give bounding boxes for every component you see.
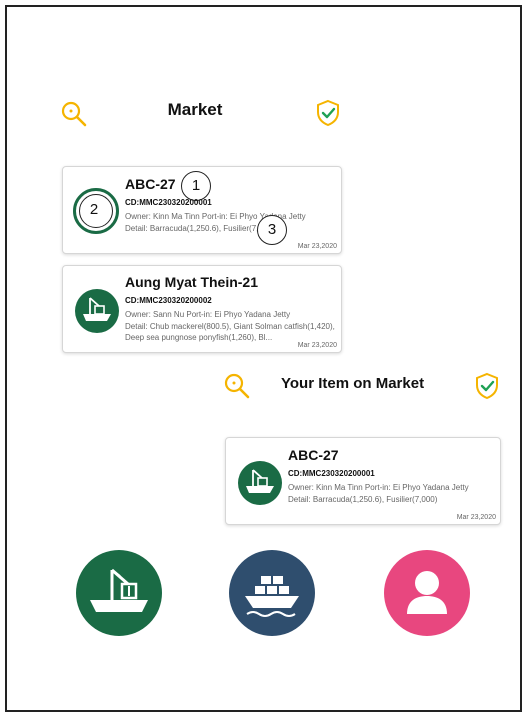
avatar <box>238 461 282 505</box>
item-owner: Owner: Kinn Ma Tinn Port-in: Ei Phyo Yad… <box>125 212 306 221</box>
your-item-screen: Your Item on Market ABC-27 CD:MMC2303202… <box>176 364 514 536</box>
item-name: ABC-27 <box>288 447 339 463</box>
person-icon <box>407 571 447 614</box>
item-date: Mar 23,2020 <box>456 514 496 521</box>
shield-check-icon[interactable] <box>314 99 342 127</box>
market-item-card[interactable]: Aung Myat Thein-21 CD:MMC230320200002 Ow… <box>62 265 342 353</box>
profile-button[interactable] <box>384 550 470 636</box>
cargo-ship-icon <box>245 576 299 617</box>
item-detail: Detail: Barracuda(1,250.6), Fusilier(7,0… <box>125 224 275 233</box>
page-title: Your Item on Market <box>281 375 425 392</box>
market-screen: Market ABC-27 CD:MMC230320200001 Owner: … <box>26 78 364 366</box>
search-icon[interactable] <box>223 372 251 400</box>
fishing-boat-button[interactable] <box>76 550 162 636</box>
item-name: ABC-27 <box>125 176 176 192</box>
fishing-boat-icon <box>83 297 111 321</box>
fishing-boat-icon <box>90 568 148 612</box>
item-date: Mar 23,2020 <box>297 342 337 349</box>
item-name: Aung Myat Thein-21 <box>125 274 259 290</box>
item-detail: Detail: Barracuda(1,250.6), Fusilier(7,0… <box>288 495 438 504</box>
shield-check-icon[interactable] <box>473 372 501 400</box>
avatar <box>75 289 119 333</box>
item-detail: Detail: Chub mackerel(800.5), Giant Solm… <box>125 322 335 342</box>
item-owner: Owner: Sann Nu Port-in: Ei Phyo Yadana J… <box>125 310 291 319</box>
marker-1: 1 <box>181 171 211 201</box>
fishing-boat-icon <box>246 469 274 493</box>
cargo-ship-button[interactable] <box>229 550 315 636</box>
item-code: CD:MMC230320200001 <box>288 469 375 478</box>
item-code: CD:MMC230320200002 <box>125 296 212 305</box>
item-date: Mar 23,2020 <box>297 243 337 250</box>
your-item-card[interactable]: ABC-27 CD:MMC230320200001 Owner: Kinn Ma… <box>225 437 501 525</box>
marker-2: 2 <box>89 201 99 218</box>
marker-3: 3 <box>257 215 287 245</box>
item-owner: Owner: Kinn Ma Tinn Port-in: Ei Phyo Yad… <box>288 483 469 492</box>
